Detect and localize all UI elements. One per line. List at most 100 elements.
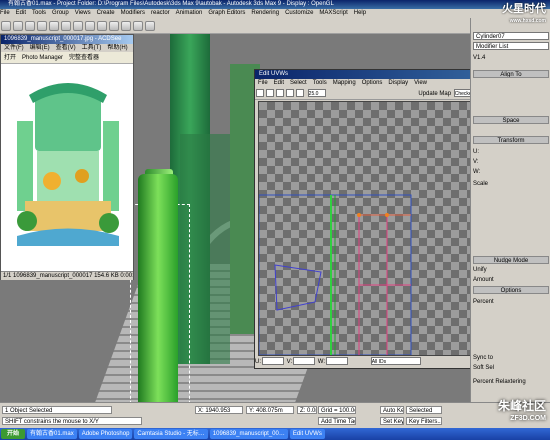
rollout-nudge-mode[interactable]: Nudge Mode <box>473 256 549 264</box>
start-button[interactable]: 开始 <box>1 429 26 439</box>
mirror-uv-icon[interactable] <box>296 89 304 98</box>
menu-item-8[interactable]: Animation <box>176 10 203 16</box>
taskbar-item[interactable]: 有翰古香01.max <box>27 429 77 439</box>
viewer-menu-item-1[interactable]: 编辑(E) <box>30 45 50 51</box>
z-coordinate[interactable]: Z: 0.0mm <box>297 406 317 414</box>
viewer-tool-2[interactable]: 完整查看器 <box>69 55 99 61</box>
watermark-bottom-title: 朱峰社区 <box>497 399 546 413</box>
watermark-bottom-url: ZF3D.COM <box>510 415 546 422</box>
select-icon[interactable] <box>49 21 59 31</box>
app-title-bar: 有翰古香01.max - Project Folder: D:\Program … <box>0 0 550 9</box>
sync-to-checkbox[interactable]: Sync to <box>473 354 549 362</box>
ids-dropdown[interactable]: All IDs <box>370 357 421 366</box>
scale-uv-icon[interactable] <box>276 89 284 98</box>
set-key-button[interactable]: Set Key <box>380 417 404 425</box>
viewer-tool-1[interactable]: Photo Manager <box>22 55 63 61</box>
viewer-tool-0[interactable]: 打开 <box>4 55 16 61</box>
uvw-menu-item-5[interactable]: Options <box>362 80 383 86</box>
redo-icon[interactable] <box>13 21 23 31</box>
uvw-menu-item-6[interactable]: Display <box>388 80 408 86</box>
watermark-url: www.hxsd.com <box>509 18 546 24</box>
selection-status: 1 Object Selected <box>2 406 112 414</box>
menu-item-2[interactable]: Tools <box>32 10 46 16</box>
value-field[interactable]: 25.0 <box>307 89 326 98</box>
viewer-menu-bar: 文件(F) 编辑(E) 查看(V) 工具(T) 帮助(H) <box>1 44 133 52</box>
unify-option[interactable]: Unify <box>473 266 549 274</box>
material-editor-icon[interactable] <box>133 21 143 31</box>
uvw-menu-item-3[interactable]: Tools <box>313 80 327 86</box>
menu-item-6[interactable]: Modifiers <box>121 10 145 16</box>
menu-item-1[interactable]: Edit <box>16 10 26 16</box>
move-uv-icon[interactable] <box>256 89 264 98</box>
scale-label: Scale <box>473 181 489 187</box>
soft-selection-checkbox[interactable]: Soft Sel <box>473 364 549 372</box>
menu-item-5[interactable]: Create <box>97 10 115 16</box>
selected-bamboo-pillar[interactable] <box>138 174 178 402</box>
undo-icon[interactable] <box>1 21 11 31</box>
rotate-uv-icon[interactable] <box>266 89 274 98</box>
mirror-icon[interactable] <box>109 21 119 31</box>
link-icon[interactable] <box>25 21 35 31</box>
u-field[interactable] <box>262 357 284 366</box>
modifier-list-dropdown[interactable]: Modifier List <box>473 42 549 50</box>
prompt-line: SHIFT constrains the mouse to X/Y <box>2 417 142 425</box>
taskbar-item[interactable]: Camtasia Studio - 无标… <box>134 429 208 439</box>
menu-item-13[interactable]: Help <box>354 10 366 16</box>
add-time-tag[interactable]: Add Time Tag <box>318 417 356 425</box>
grid-size: Grid = 100.0cm <box>318 406 356 414</box>
taskbar-item[interactable]: Edit UVWs <box>289 429 325 439</box>
menu-item-12[interactable]: MAXScript <box>319 10 347 16</box>
rotate-icon[interactable] <box>73 21 83 31</box>
x-coordinate[interactable]: X: 1940.953 <box>195 406 243 414</box>
taskbar: 开始 有翰古香01.max Adobe Photoshop Camtasia Stud… <box>0 428 550 440</box>
object-name-field[interactable]: Cylinder07 <box>473 32 549 40</box>
rollout-align-to[interactable]: Align To <box>473 70 549 78</box>
percent-label: Percent <box>473 299 494 305</box>
uvw-menu-item-0[interactable]: File <box>258 80 268 86</box>
uvw-menu-item-2[interactable]: Select <box>290 80 307 86</box>
v-field[interactable] <box>293 357 316 366</box>
rollout-space[interactable]: Space <box>473 116 549 124</box>
concept-art-image <box>7 71 129 261</box>
w-label: W: <box>317 359 326 365</box>
viewer-menu-item-4[interactable]: 帮助(H) <box>107 45 127 51</box>
menu-item-11[interactable]: Customize <box>285 10 313 16</box>
y-coordinate[interactable]: Y: 408.075m <box>246 406 294 414</box>
top-watermark: 火星时代 www.hxsd.com <box>470 0 550 30</box>
uvw-menu-item-7[interactable]: View <box>414 80 427 86</box>
viewer-title-bar[interactable]: 1096839_manuscript_000017.jpg - ACDSee <box>1 35 133 44</box>
taskbar-item[interactable]: 1096839_manuscript_00… <box>209 429 288 439</box>
align-icon[interactable] <box>121 21 131 31</box>
rollout-options[interactable]: Options <box>473 286 549 294</box>
taskbar-item[interactable]: Adobe Photoshop <box>78 429 133 439</box>
scale-icon[interactable] <box>85 21 95 31</box>
uvw-menu-item-1[interactable]: Edit <box>274 80 284 86</box>
snap-icon[interactable] <box>97 21 107 31</box>
update-map-button[interactable]: Update Map <box>418 91 451 97</box>
watermark-title: 火星时代 <box>502 3 546 15</box>
menu-item-4[interactable]: Views <box>75 10 91 16</box>
percent-relax-checkbox[interactable]: Percent Relaxtering <box>473 378 549 386</box>
viewer-menu-item-0[interactable]: 文件(F) <box>4 45 24 51</box>
menu-item-9[interactable]: Graph Editors <box>208 10 245 16</box>
viewer-status-bar: 1/1 1096839_manuscript_000017 154.6 KB 0… <box>1 271 133 280</box>
viewer-menu-item-2[interactable]: 查看(V) <box>56 45 76 51</box>
amount-label: Amount <box>473 277 494 283</box>
uvw-menu-item-4[interactable]: Mapping <box>333 80 356 86</box>
w-field[interactable] <box>326 357 349 366</box>
menu-item-3[interactable]: Group <box>52 10 69 16</box>
rollout-transform[interactable]: Transform <box>473 136 549 144</box>
freeform-icon[interactable] <box>286 89 294 98</box>
menu-item-10[interactable]: Rendering <box>251 10 279 16</box>
unlink-icon[interactable] <box>37 21 47 31</box>
app-menu-bar: File Edit Tools Group Views Create Modifiers re… <box>0 9 550 18</box>
v-label: V: <box>286 359 293 365</box>
render-icon[interactable] <box>145 21 155 31</box>
command-panel: Cylinder07 Modifier List V1.4 Align To S… <box>470 18 550 402</box>
viewer-menu-item-3[interactable]: 工具(T) <box>82 45 102 51</box>
auto-key-button[interactable]: Auto Key <box>380 406 404 414</box>
move-icon[interactable] <box>61 21 71 31</box>
menu-item-7[interactable]: reactor <box>151 10 170 16</box>
viewer-toolbar: 打开 Photo Manager 完整查看器 <box>1 52 133 64</box>
menu-item-0[interactable]: File <box>0 10 10 16</box>
